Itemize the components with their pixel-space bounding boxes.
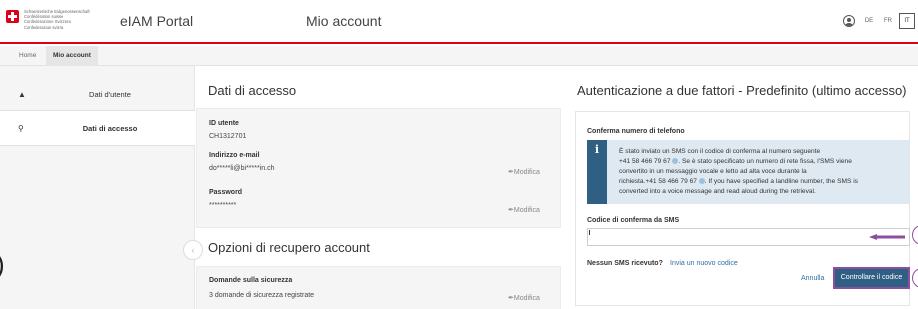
sidebar: ▲ Dati d'utente ⚲ Dati di accesso ) xyxy=(0,66,195,309)
recovery-title: Opzioni di recupero account xyxy=(208,240,370,255)
user-id-label: ID utente xyxy=(209,120,239,127)
language-fr[interactable]: FR xyxy=(880,13,896,29)
mfa-title: Autenticazione a due fattori - Predefini… xyxy=(577,83,907,98)
swiss-flag-icon xyxy=(6,10,19,23)
recovery-card: Domande sulla sicurezza 3 domande di sic… xyxy=(196,266,561,309)
confirm-phone-heading: Conferma numero di telefono xyxy=(587,128,685,135)
confederation-logo[interactable]: Schweizerische Eidgenossenschaft Confédé… xyxy=(6,9,94,30)
verify-code-button[interactable]: Controllare il codice xyxy=(833,267,910,289)
sidebar-item-user-data[interactable]: ▲ Dati d'utente xyxy=(0,77,195,113)
annotation-circle xyxy=(912,268,918,288)
mfa-card: Conferma numero di telefono i È stato in… xyxy=(575,111,910,306)
breadcrumb: Home Mio account xyxy=(0,46,918,66)
info-box: i È stato inviato un SMS con il codice d… xyxy=(587,140,910,204)
security-questions-label: Domande sulla sicurezza xyxy=(209,277,293,284)
annotation-marker: ) xyxy=(0,251,5,277)
sidebar-item-access-data[interactable]: ⚲ Dati di accesso xyxy=(0,110,195,146)
cancel-link[interactable]: Annulla xyxy=(801,275,824,282)
user-account-icon[interactable] xyxy=(843,15,855,27)
edit-label: Modifica xyxy=(513,207,540,214)
email-value: do*****li@bi*****in.ch xyxy=(209,165,275,172)
access-data-card: ID utente CH1312701 Indirizzo e-mail do*… xyxy=(196,108,561,228)
info-bar: i xyxy=(587,140,607,204)
language-it[interactable]: IT xyxy=(899,13,915,29)
page-title: Mio account xyxy=(306,13,382,29)
annotation-circle xyxy=(912,225,918,245)
user-id-value: CH1312701 xyxy=(209,133,247,140)
top-header: Schweizerische Eidgenossenschaft Confédé… xyxy=(0,0,918,44)
text-caret xyxy=(589,230,590,235)
password-label: Password xyxy=(209,189,243,196)
breadcrumb-home[interactable]: Home xyxy=(19,52,36,59)
key-icon: ⚲ xyxy=(18,124,24,133)
sidebar-item-label: Dati d'utente xyxy=(89,90,131,99)
password-value: ********** xyxy=(209,202,237,209)
sidebar-item-label: Dati di accesso xyxy=(82,124,138,133)
security-questions-value: 3 domande di sicurezza registrate xyxy=(209,292,315,299)
edit-label: Modifica xyxy=(513,169,540,176)
sms-code-label: Codice di conferma da SMS xyxy=(587,217,680,224)
info-icon: i xyxy=(594,143,600,156)
portal-title[interactable]: eIAM Portal xyxy=(120,13,193,29)
annotation-arrow-icon xyxy=(869,234,905,240)
language-de[interactable]: DE xyxy=(861,13,877,29)
sms-code-input[interactable] xyxy=(587,228,910,246)
edit-email-button[interactable]: ✒Modifica xyxy=(508,168,540,176)
edit-password-button[interactable]: ✒Modifica xyxy=(508,206,540,214)
breadcrumb-current: Mio account xyxy=(46,46,98,66)
user-icon: ▲ xyxy=(18,90,26,99)
resend-code-link[interactable]: Invia un nuovo codice xyxy=(670,260,738,267)
edit-security-questions-button[interactable]: ✒Modifica xyxy=(508,294,540,302)
info-text: È stato inviato un SMS con il codice di … xyxy=(619,148,858,195)
confederation-text: Schweizerische Eidgenossenschaft Confédé… xyxy=(24,9,90,30)
collapse-sidebar-button[interactable]: ‹ xyxy=(183,240,203,260)
access-data-title: Dati di accesso xyxy=(208,83,297,98)
edit-label: Modifica xyxy=(513,295,540,302)
email-label: Indirizzo e-mail xyxy=(209,152,260,159)
no-sms-label: Nessun SMS ricevuto? xyxy=(587,260,663,267)
